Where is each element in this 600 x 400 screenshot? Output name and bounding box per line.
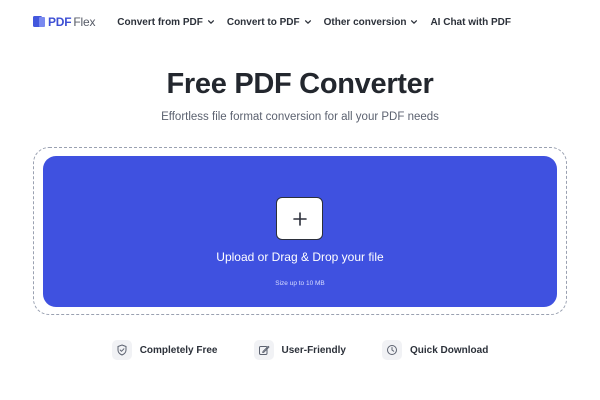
feature-label: Quick Download <box>409 344 489 356</box>
page-title: Free PDF Converter <box>166 68 434 100</box>
chevron-down-icon <box>207 20 214 24</box>
chevron-down-icon <box>304 20 311 24</box>
feature-label: Completely Free <box>139 344 218 356</box>
pdf-logo-icon <box>33 16 45 28</box>
features-row: Completely Free User-Friendly Quick Down… <box>0 340 600 360</box>
brand-name-bold: PDF <box>48 15 72 29</box>
upload-size-note: Size up to 10 MB <box>275 280 325 287</box>
nav-item-label: Convert to PDF <box>226 16 300 28</box>
nav-item-convert-from-pdf[interactable]: Convert from PDF <box>117 17 215 28</box>
plus-icon <box>292 211 307 226</box>
chevron-down-icon <box>411 20 418 24</box>
nav-item-label: Convert from PDF <box>117 16 203 28</box>
nav-item-ai-chat-with-pdf[interactable]: AI Chat with PDF <box>430 17 511 28</box>
feature-label: User-Friendly <box>281 344 346 356</box>
nav-item-label: AI Chat with PDF <box>430 16 511 28</box>
feature-quick-download: Quick Download <box>381 340 489 360</box>
clock-icon <box>381 340 402 360</box>
upload-button[interactable] <box>276 197 323 240</box>
feature-user-friendly: User-Friendly <box>253 340 346 360</box>
nav-menu: Convert from PDF Convert to PDF Other co… <box>117 17 511 28</box>
nav-item-convert-to-pdf[interactable]: Convert to PDF <box>227 17 312 28</box>
nav-item-label: Other conversion <box>323 16 407 28</box>
edit-icon <box>253 340 274 360</box>
brand-name: PDF Flex <box>48 15 95 29</box>
upload-label: Upload or Drag & Drop your file <box>216 250 384 264</box>
page-subtitle: Effortless file format conversion for al… <box>161 111 439 123</box>
top-nav: PDF Flex Convert from PDF Convert to PDF … <box>0 0 600 44</box>
feature-completely-free: Completely Free <box>111 340 218 360</box>
shield-check-icon <box>111 340 132 360</box>
brand-logo[interactable]: PDF Flex <box>33 15 95 29</box>
nav-item-other-conversion[interactable]: Other conversion <box>324 17 419 28</box>
brand-name-light: Flex <box>73 15 96 29</box>
